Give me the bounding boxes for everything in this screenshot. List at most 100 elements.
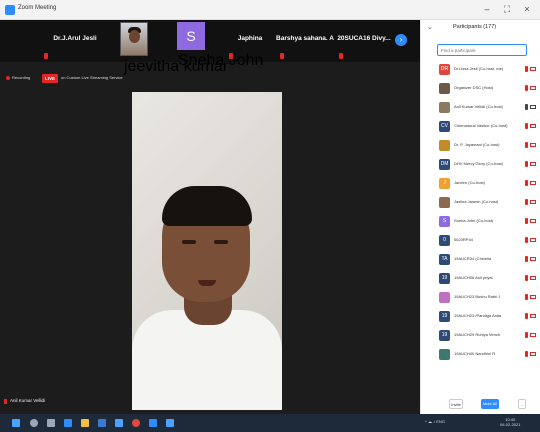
muted-mic-icon[interactable] (525, 180, 528, 186)
video-off-icon (530, 276, 536, 280)
mail-icon[interactable] (115, 419, 123, 427)
muted-mic-icon (280, 53, 284, 59)
close-button[interactable]: × (520, 3, 534, 15)
participant-row[interactable]: 0 0623RP44 (421, 233, 540, 249)
participants-title: Participants (177) (453, 24, 497, 30)
participant-avatar (439, 292, 450, 303)
participant-row[interactable]: 19 19AUCH29 Ruhiya Vench (421, 328, 540, 344)
participant-name: Sneha John (Co-host) (454, 218, 494, 223)
muted-mic-icon[interactable] (525, 85, 528, 91)
participant-row[interactable]: 19AUCH23 Bushu Rathi J (421, 290, 540, 306)
muted-mic-icon (229, 53, 233, 59)
tile-name: 20SUCA16 Divy... (337, 35, 391, 42)
participant-avatar: 19 (439, 273, 450, 284)
strip-next-button[interactable]: › (395, 34, 407, 46)
video-off-icon (530, 238, 536, 242)
recording-dot-icon (6, 76, 10, 80)
windows-taskbar: ^ ☁ ♪ ENG 10:40 06-02-2021 (0, 414, 540, 432)
participant-avatar: 0 (439, 235, 450, 246)
edge-browser-icon[interactable] (64, 419, 72, 427)
tile-name: Barshya sahana. A (276, 35, 334, 42)
participant-row[interactable]: TA 19AUCR34 (Chinella (421, 252, 540, 268)
participant-row[interactable]: Organizer DSC (Host) (421, 81, 540, 97)
muted-mic-icon (4, 399, 7, 404)
participant-name: 19AUCH23 Bushu Rathi J (454, 294, 501, 299)
participant-row[interactable]: 19 19AUCH23 /Pandiga Anita (421, 309, 540, 325)
video-off-icon (530, 143, 536, 147)
muted-mic-icon[interactable] (525, 351, 528, 357)
participant-row[interactable]: DM DHV Mercy Glory (Co-host) (421, 157, 540, 173)
taskbar-clock[interactable]: 10:40 06-02-2021 (500, 417, 520, 427)
unmuted-mic-icon[interactable] (525, 104, 528, 110)
video-off-icon (530, 352, 536, 356)
panel-footer: Invite Mute All ... (421, 396, 540, 412)
muted-mic-icon (44, 53, 48, 59)
participant-name: Janeen (Co-host) (454, 180, 485, 185)
shirt-shape (132, 310, 282, 410)
participant-name: Anil Kumar Vellidi (Co-host) (454, 104, 503, 109)
video-tile[interactable]: 20SUCA16 Divy... (335, 22, 393, 60)
video-on-icon (530, 105, 536, 109)
video-off-icon (530, 181, 536, 185)
video-off-icon (530, 162, 536, 166)
muted-mic-icon (339, 53, 343, 59)
participant-row[interactable]: Dr. P. Jayamani (Co-host) (421, 138, 540, 154)
participant-video-thumbnail[interactable] (120, 22, 148, 56)
minimize-button[interactable]: – (480, 3, 494, 15)
participant-row[interactable]: CV Chinnadurai Vasikur (Co-host) (421, 119, 540, 135)
file-explorer-icon[interactable] (81, 419, 89, 427)
muted-mic-icon[interactable] (525, 313, 528, 319)
search-icon[interactable] (30, 419, 38, 427)
left-eye-shape (182, 240, 196, 244)
participant-row[interactable]: 19 19AUCH06 Anil priyal (421, 271, 540, 287)
muted-mic-icon[interactable] (525, 275, 528, 281)
tile-name: Japhina (237, 35, 263, 42)
participant-row[interactable]: S Sneha John (Co-host) (421, 214, 540, 230)
participant-avatar[interactable]: S (177, 22, 205, 50)
video-tile[interactable]: Dr.J.Arul Jesli (40, 22, 110, 60)
video-off-icon (530, 295, 536, 299)
muted-mic-icon[interactable] (525, 218, 528, 224)
chrome-icon[interactable] (132, 419, 140, 427)
collapse-panel-button[interactable]: ⌄ (427, 23, 433, 31)
muted-mic-icon[interactable] (525, 332, 528, 338)
app-taskbar-icon[interactable] (166, 419, 174, 427)
participant-row[interactable]: J Janeen (Co-host) (421, 176, 540, 192)
muted-mic-icon[interactable] (525, 161, 528, 167)
muted-mic-icon[interactable] (525, 199, 528, 205)
participant-name: Jaslina Janesh (Co-host) (454, 199, 499, 204)
participant-row[interactable]: 19AUCH40 Nandhini R (421, 347, 540, 363)
muted-mic-icon[interactable] (525, 237, 528, 243)
task-view-icon[interactable] (47, 419, 55, 427)
muted-mic-icon[interactable] (525, 66, 528, 72)
recording-label: Recording (12, 75, 31, 80)
participant-avatar (439, 197, 450, 208)
participant-row[interactable]: Jaslina Janesh (Co-host) (421, 195, 540, 211)
active-speaker-video[interactable] (132, 92, 282, 410)
invite-button[interactable]: Invite (449, 399, 463, 409)
system-tray[interactable]: ^ ☁ ♪ ENG (425, 419, 445, 424)
participant-search-input[interactable] (437, 44, 527, 56)
more-options-button[interactable]: ... (518, 399, 526, 409)
video-off-icon (530, 219, 536, 223)
active-speaker-name: Anil Kumar Vellidi (10, 398, 46, 403)
video-tile[interactable]: Barshya sahana. A (276, 22, 334, 60)
participant-name: 19AUCH29 Ruhiya Vench (454, 332, 501, 337)
maximize-button[interactable]: ⛶ (500, 3, 514, 15)
zoom-taskbar-icon[interactable] (149, 419, 157, 427)
video-off-icon (530, 257, 536, 261)
participant-row[interactable]: Anil Kumar Vellidi (Co-host) (421, 100, 540, 116)
participant-avatar: 19 (439, 330, 450, 341)
muted-mic-icon[interactable] (525, 294, 528, 300)
live-badge[interactable]: LIVE (42, 74, 58, 83)
muted-mic-icon[interactable] (525, 142, 528, 148)
mute-all-button[interactable]: Mute All (481, 399, 499, 409)
store-icon[interactable] (98, 419, 106, 427)
zoom-app-icon (5, 5, 15, 15)
muted-mic-icon[interactable] (525, 123, 528, 129)
video-tile[interactable]: Japhina (225, 22, 275, 60)
muted-mic-icon[interactable] (525, 256, 528, 262)
windows-start-icon[interactable] (12, 419, 20, 427)
tile-name: Dr.J.Arul Jesli (53, 35, 97, 42)
participant-row[interactable]: DR Dr.Lissa Jesli (Co-host, me) (421, 62, 540, 78)
